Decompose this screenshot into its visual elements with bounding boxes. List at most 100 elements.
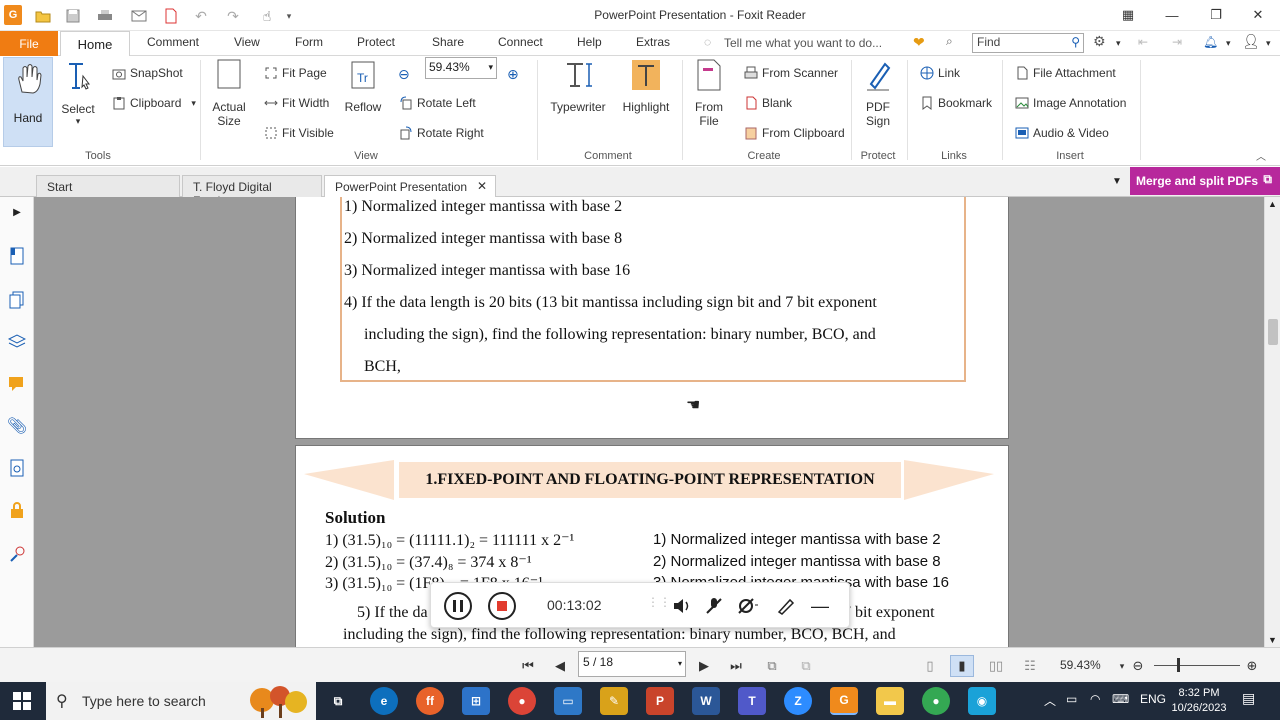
tab-file[interactable]: File: [0, 31, 58, 56]
draw-pen-icon[interactable]: [771, 591, 801, 621]
rotate-right-button[interactable]: Rotate Right: [399, 126, 484, 140]
pause-button[interactable]: [443, 591, 473, 621]
word-icon[interactable]: W: [692, 687, 720, 715]
settings-dropdown-icon[interactable]: ▾: [1116, 38, 1121, 49]
zoom-status-value[interactable]: 59.43%: [1060, 658, 1101, 672]
facing-pages-icon[interactable]: ▯▯: [986, 657, 1006, 675]
microphone-muted-icon[interactable]: [699, 591, 729, 621]
continuous-facing-icon[interactable]: ☷: [1020, 657, 1040, 675]
doc-tab-powerpoint[interactable]: PowerPoint Presentation ✕: [324, 175, 496, 197]
zoom-out-status-icon[interactable]: ⊖: [1128, 657, 1148, 675]
first-page-icon[interactable]: ⏮: [518, 657, 538, 675]
bookmark-button[interactable]: Bookmark: [920, 96, 992, 110]
tab-comment[interactable]: Comment: [147, 35, 199, 49]
open-folder-icon[interactable]: [32, 5, 54, 27]
zoom-out-button[interactable]: ⊖: [398, 66, 410, 83]
speaker-icon[interactable]: [667, 591, 697, 621]
expand-pane-icon[interactable]: ▶: [6, 201, 28, 223]
save-icon[interactable]: [62, 5, 84, 27]
typewriter-button[interactable]: Typewriter: [546, 58, 610, 114]
fit-visible-button[interactable]: Fit Visible: [264, 126, 334, 140]
zoom-app-icon[interactable]: Z: [784, 687, 812, 715]
tab-list-dropdown-icon[interactable]: ▼: [1112, 176, 1122, 187]
tab-protect[interactable]: Protect: [357, 35, 395, 49]
audio-video-button[interactable]: Audio & Video: [1015, 126, 1109, 140]
page-dropdown-icon[interactable]: ▾: [678, 659, 682, 668]
tab-share[interactable]: Share: [432, 35, 464, 49]
print-icon[interactable]: [94, 5, 116, 27]
next-view-icon[interactable]: ⇥: [1172, 35, 1182, 49]
tab-view[interactable]: View: [234, 35, 260, 49]
foxit-logo-icon[interactable]: G: [4, 5, 22, 25]
foxit-taskbar-icon[interactable]: G: [830, 687, 858, 715]
highlight-button[interactable]: Highlight: [618, 58, 674, 114]
layers-panel-icon[interactable]: [6, 331, 28, 353]
from-scanner-button[interactable]: From Scanner: [744, 66, 838, 80]
fit-page-button[interactable]: Fit Page: [264, 66, 327, 80]
single-page-icon[interactable]: ▯: [920, 657, 940, 675]
search-icon[interactable]: ⚲: [1071, 35, 1080, 49]
tab-help[interactable]: Help: [577, 35, 602, 49]
page-number-input[interactable]: 5 / 18 ▾: [578, 651, 686, 677]
document-viewport[interactable]: 1) Normalized integer mantissa with base…: [34, 197, 1264, 647]
attachments-paperclip-icon[interactable]: 📎︎: [6, 415, 28, 437]
vertical-scrollbar[interactable]: ▲ ▼: [1264, 197, 1280, 647]
chrome-icon[interactable]: ●: [508, 687, 536, 715]
scroll-thumb[interactable]: [1268, 319, 1278, 345]
maximize-button[interactable]: ❐: [1196, 4, 1236, 26]
zoom-in-status-icon[interactable]: ⊕: [1242, 657, 1262, 675]
pages-panel-icon[interactable]: [6, 289, 28, 311]
find-input[interactable]: Find ⚲: [972, 33, 1084, 53]
network-app-icon[interactable]: ⊞: [462, 687, 490, 715]
comments-panel-icon[interactable]: [6, 373, 28, 395]
link-button[interactable]: Link: [920, 66, 960, 80]
teams-icon[interactable]: T: [738, 687, 766, 715]
snapshot-button[interactable]: SnapShot: [112, 66, 183, 80]
task-view-icon[interactable]: ⧉: [324, 687, 352, 715]
clipboard-button[interactable]: Clipboard ▾: [112, 96, 196, 110]
clipboard-dropdown-icon[interactable]: ▾: [191, 98, 196, 109]
collapse-ribbon-icon[interactable]: ︿: [1256, 148, 1266, 163]
edge-browser-icon[interactable]: e: [370, 687, 398, 715]
doc-tab-floyd[interactable]: T. Floyd Digital Funda...: [182, 175, 322, 208]
notification-dropdown-icon[interactable]: ▾: [1226, 38, 1231, 49]
next-page-icon[interactable]: ▶: [694, 657, 714, 675]
scroll-up-icon[interactable]: ▲: [1268, 199, 1277, 209]
close-tab-icon[interactable]: ✕: [477, 179, 487, 193]
account-dropdown-icon[interactable]: ▾: [1266, 38, 1271, 49]
blank-page-button[interactable]: Blank: [744, 96, 792, 110]
tab-form[interactable]: Form: [295, 35, 323, 49]
previous-view-status-icon[interactable]: ⧉: [762, 657, 782, 675]
tray-overflow-icon[interactable]: ︿: [1044, 692, 1056, 709]
reflow-button[interactable]: Tr Reflow: [342, 58, 384, 114]
firefox-icon[interactable]: ff: [416, 687, 444, 715]
file-explorer-icon[interactable]: ▬: [876, 687, 904, 715]
select-tool-button[interactable]: Select ▾: [58, 58, 98, 127]
pdf-sign-button[interactable]: PDF Sign: [858, 58, 898, 128]
previous-page-icon[interactable]: ◀: [550, 657, 570, 675]
email-icon[interactable]: [128, 5, 150, 27]
wifi-icon[interactable]: ◠: [1090, 692, 1100, 706]
stop-button[interactable]: [487, 591, 517, 621]
continuous-page-icon[interactable]: ▮: [950, 655, 974, 677]
signatures-panel-icon[interactable]: [6, 457, 28, 479]
desktop-app-icon[interactable]: ▭: [554, 687, 582, 715]
actual-size-button[interactable]: Actual Size: [206, 58, 252, 128]
merge-split-button[interactable]: Merge and split PDFs ⧉: [1130, 167, 1280, 195]
undo-icon[interactable]: ↶: [190, 5, 212, 27]
heart-icon[interactable]: ❤: [913, 34, 925, 51]
language-indicator[interactable]: ENG: [1140, 692, 1166, 706]
last-page-icon[interactable]: ⏭: [726, 657, 746, 675]
create-pdf-icon[interactable]: [160, 5, 182, 27]
ribbon-display-icon[interactable]: ▦: [1108, 4, 1148, 26]
keyboard-icon[interactable]: ⌨: [1112, 692, 1129, 706]
bookmarks-panel-icon[interactable]: [6, 245, 28, 267]
notification-bell-icon[interactable]: 🔔︎: [1203, 35, 1218, 49]
tab-extras[interactable]: Extras: [636, 35, 670, 49]
tool-app-icon[interactable]: ✎: [600, 687, 628, 715]
windows-start-icon[interactable]: [8, 687, 36, 715]
from-clipboard-button[interactable]: From Clipboard: [744, 126, 845, 140]
tell-me-input[interactable]: Tell me what you want to do...: [724, 36, 882, 50]
tab-connect[interactable]: Connect: [498, 35, 543, 49]
next-view-status-icon[interactable]: ⧉: [796, 657, 816, 675]
